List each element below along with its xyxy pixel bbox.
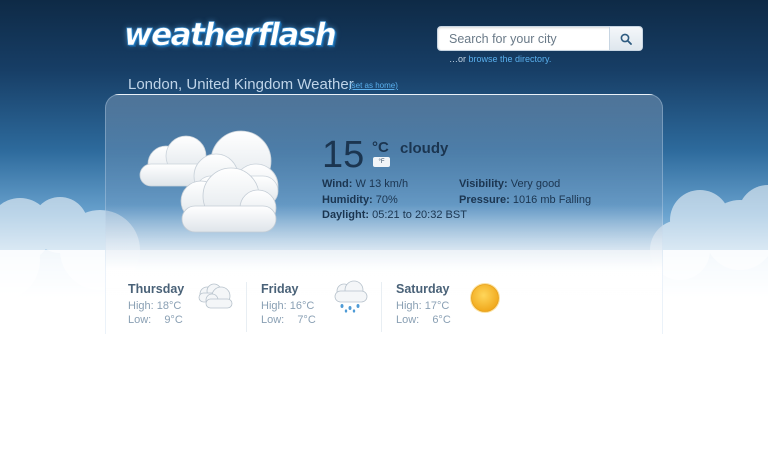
forecast-low-saturday: Low: 6°C <box>396 314 451 326</box>
high-value: 17°C <box>424 300 450 312</box>
search-box <box>437 26 643 51</box>
visibility-detail: Visibility: Very good <box>459 178 560 190</box>
forecast-day-friday: Friday <box>261 282 299 296</box>
humidity-value: 70% <box>375 194 398 206</box>
fahrenheit-unit-toggle[interactable]: °F <box>373 157 390 167</box>
forecast-day-thursday: Thursday <box>128 282 185 296</box>
pressure-label: Pressure: <box>459 194 510 206</box>
high-label: High: <box>396 300 422 312</box>
low-value: 7°C <box>297 314 316 326</box>
weatherflash-logo[interactable]: weatherflash <box>124 17 337 54</box>
forecast-high-thursday: High: 18°C <box>128 300 181 312</box>
high-label: High: <box>128 300 154 312</box>
low-label: Low: <box>396 314 420 326</box>
forecast-divider <box>246 282 247 332</box>
pressure-detail: Pressure: 1016 mb Falling <box>459 194 591 206</box>
current-condition: cloudy <box>400 140 449 157</box>
forecast-low-thursday: Low: 9°C <box>128 314 183 326</box>
forecast-divider <box>381 282 382 332</box>
low-value: 6°C <box>432 314 451 326</box>
celsius-unit-toggle[interactable]: °C <box>372 139 389 156</box>
low-label: Low: <box>261 314 285 326</box>
humidity-label: Humidity: <box>322 194 373 206</box>
browse-directory-link[interactable]: browse the directory. <box>469 54 552 64</box>
forecast-day-saturday: Saturday <box>396 282 450 296</box>
visibility-value: Very good <box>510 178 561 190</box>
browse-hint: …or browse the directory. <box>449 54 551 64</box>
forecast-high-saturday: High: 17°C <box>396 300 449 312</box>
browse-prefix: …or <box>449 54 469 64</box>
daylight-value: 05:21 to 20:32 BST <box>372 209 467 221</box>
wind-value: W 13 km/h <box>355 178 409 190</box>
high-value: 16°C <box>289 300 315 312</box>
rain-cloud-icon <box>334 280 368 313</box>
search-input[interactable] <box>438 27 610 50</box>
search-button[interactable] <box>609 27 642 50</box>
low-value: 9°C <box>164 314 183 326</box>
sun-icon <box>470 283 500 313</box>
forecast-high-friday: High: 16°C <box>261 300 314 312</box>
wind-detail: Wind: W 13 km/h <box>322 178 408 190</box>
cloudy-icon <box>139 130 279 233</box>
low-label: Low: <box>128 314 152 326</box>
current-temperature: 15 <box>322 134 365 176</box>
cloudy-icon <box>198 283 233 309</box>
set-as-home-link[interactable]: (set as home) <box>349 81 398 90</box>
forecast-low-friday: Low: 7°C <box>261 314 316 326</box>
humidity-detail: Humidity: 70% <box>322 194 398 206</box>
daylight-detail: Daylight: 05:21 to 20:32 BST <box>322 209 467 221</box>
wind-label: Wind: <box>322 178 353 190</box>
search-icon <box>620 33 632 45</box>
high-value: 18°C <box>156 300 182 312</box>
high-label: High: <box>261 300 287 312</box>
daylight-label: Daylight: <box>322 209 370 221</box>
location-title: London, United Kingdom Weather <box>128 76 354 93</box>
pressure-value: 1016 mb Falling <box>512 194 592 206</box>
visibility-label: Visibility: <box>459 178 508 190</box>
